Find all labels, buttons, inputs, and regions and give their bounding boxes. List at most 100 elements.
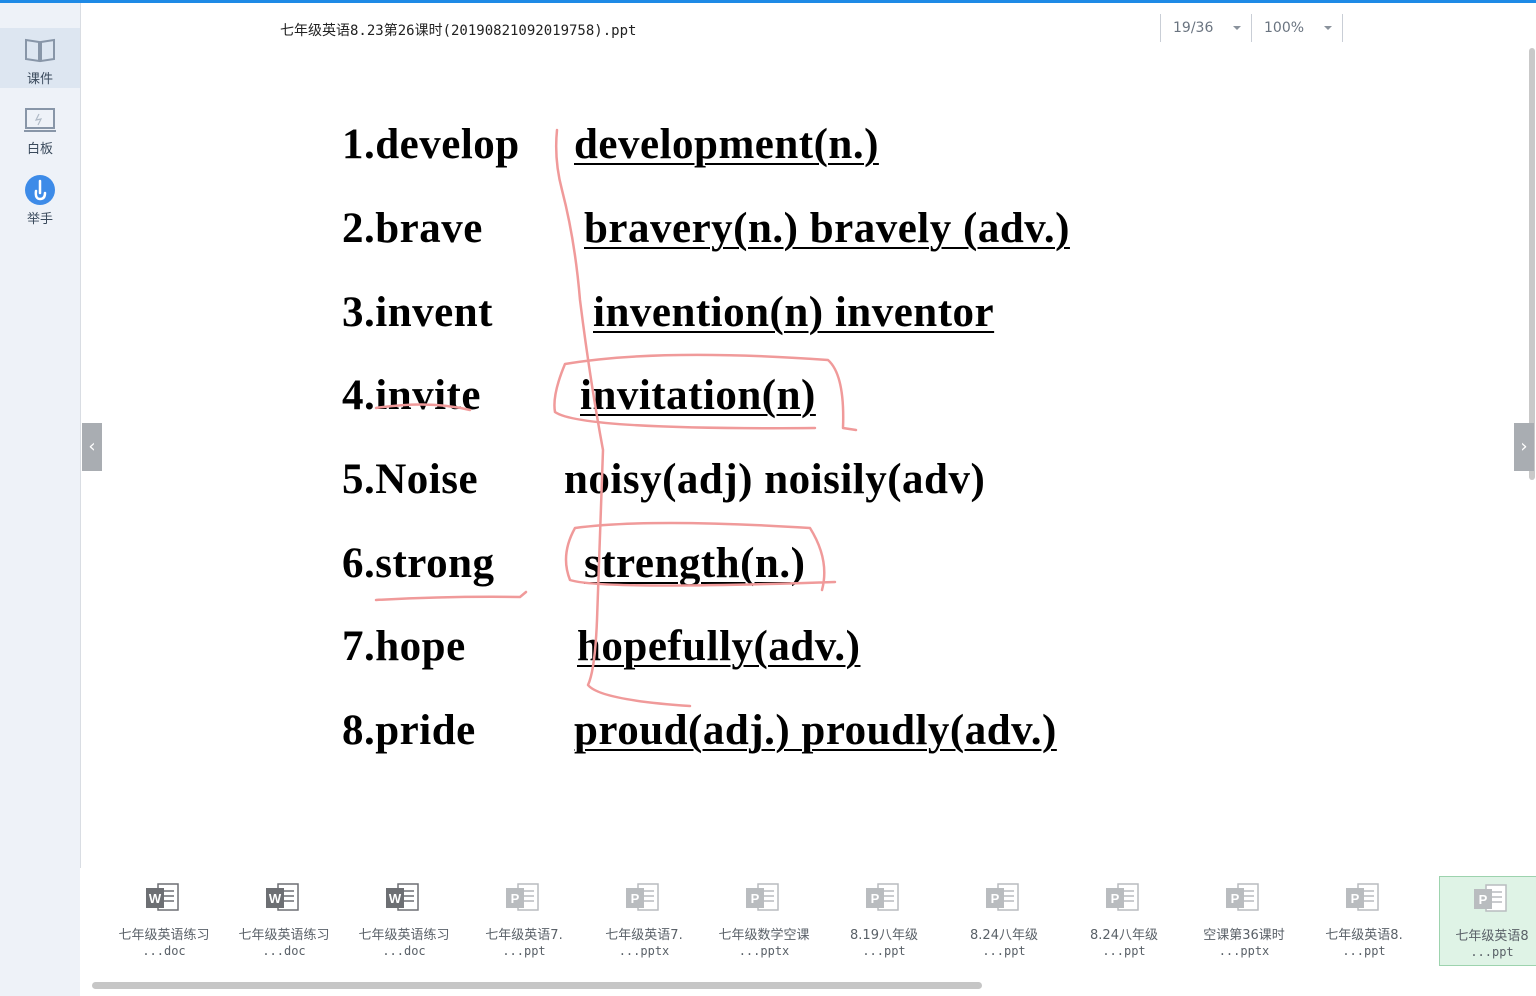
file-item[interactable]: P 七年级英语8. ...ppt	[1312, 876, 1416, 964]
file-name: 空课第36课时	[1203, 928, 1285, 943]
file-name: 七年级英语8.	[1325, 928, 1403, 943]
file-name: 七年级英语7.	[605, 928, 683, 943]
chevron-left-icon: ‹	[88, 436, 96, 457]
file-name: 8.24八年级	[970, 928, 1038, 943]
file-item[interactable]: P 七年级英语8 ...ppt	[1439, 876, 1536, 966]
file-item[interactable]: P 七年级英语7. ...pptx	[592, 876, 696, 964]
svg-text:P: P	[1479, 892, 1488, 907]
file-extension: ...ppt	[982, 944, 1026, 958]
sidebar-item-courseware[interactable]: 课件	[0, 28, 80, 88]
file-name: 七年级数学空课	[718, 928, 810, 943]
ppt-file-icon: P	[866, 883, 899, 911]
file-extension: ...doc	[142, 944, 186, 958]
whiteboard-icon	[24, 108, 56, 132]
zoom-level: 100%	[1264, 20, 1305, 36]
file-extension: ...ppt	[1102, 944, 1146, 958]
word-file-icon: W	[266, 883, 299, 911]
chevron-down-icon	[1233, 26, 1241, 30]
slide-word: 4.invite	[342, 372, 481, 419]
file-extension: ...doc	[262, 944, 306, 958]
ppt-file-icon: P	[1226, 883, 1259, 911]
file-name: 七年级英语7.	[485, 928, 563, 943]
slide-word: 1.develop	[342, 121, 520, 168]
sidebar-item-whiteboard[interactable]: 白板	[0, 98, 80, 158]
ppt-file-icon: P	[506, 883, 539, 911]
file-item[interactable]: P 8.19八年级 ...ppt	[832, 876, 936, 964]
svg-text:P: P	[511, 891, 520, 906]
document-title: 七年级英语8.23第26课时(20190821092019758).ppt	[280, 23, 637, 39]
file-item[interactable]: W 七年级英语练习 ...doc	[232, 876, 336, 964]
zoom-selector[interactable]: 100%	[1251, 14, 1342, 42]
ppt-file-icon: P	[626, 883, 659, 911]
file-extension: ...ppt	[502, 944, 546, 958]
ppt-file-icon: P	[746, 883, 779, 911]
file-name: 七年级英语练习	[238, 928, 330, 943]
file-extension: ...doc	[382, 944, 426, 958]
ppt-file-icon: P	[1474, 884, 1507, 912]
svg-text:P: P	[1111, 891, 1120, 906]
slide-canvas: 1.develop development(n.) 2.brave braver…	[80, 48, 1529, 868]
slide-word-forms: invention(n) inventor	[593, 289, 995, 336]
file-item[interactable]: P 8.24八年级 ...ppt	[1072, 876, 1176, 964]
file-name: 8.19八年级	[850, 928, 918, 943]
sidebar-item-raise-hand[interactable]: 举手	[0, 168, 80, 228]
chevron-right-icon: ›	[1520, 436, 1528, 457]
sidebar-item-label: 白板	[26, 142, 53, 157]
file-item[interactable]: P 8.24八年级 ...ppt	[952, 876, 1056, 964]
toolbar-divider	[1342, 14, 1343, 42]
file-extension: ...pptx	[1218, 944, 1270, 958]
top-accent-bar	[0, 0, 1536, 3]
slide-word-forms: bravery(n.) bravely (adv.)	[584, 205, 1070, 252]
slide-word: 3.invent	[342, 289, 493, 336]
svg-text:W: W	[149, 891, 162, 906]
file-item[interactable]: P 空课第36课时 ...pptx	[1192, 876, 1296, 964]
sidebar-item-label: 举手	[26, 212, 53, 227]
slide-word-forms: development(n.)	[574, 121, 879, 168]
svg-text:P: P	[751, 891, 760, 906]
raise-hand-icon	[25, 175, 55, 205]
sidebar-item-label: 课件	[26, 72, 53, 87]
slide-word: 7.hope	[342, 623, 466, 670]
slide-word: 2.brave	[342, 205, 483, 252]
file-name: 8.24八年级	[1090, 928, 1158, 943]
svg-text:P: P	[1231, 891, 1240, 906]
ppt-file-icon: P	[986, 883, 1019, 911]
slide-word-forms: strength(n.)	[584, 540, 806, 587]
slide-word-forms: hopefully(adv.)	[577, 623, 861, 670]
prev-slide-button[interactable]: ‹	[82, 423, 102, 471]
word-file-icon: W	[386, 883, 419, 911]
file-extension: ...pptx	[738, 944, 790, 958]
svg-text:P: P	[871, 891, 880, 906]
svg-text:P: P	[991, 891, 1000, 906]
slide-word: 5.Noise	[342, 456, 479, 503]
slide-word-forms: noisy(adj) noisily(adv)	[564, 456, 986, 503]
sidebar: 课件 白板 举手	[0, 3, 81, 996]
page-selector[interactable]: 19/36	[1160, 14, 1251, 42]
slide-word: 6.strong	[342, 540, 495, 587]
svg-text:P: P	[1351, 891, 1360, 906]
page-indicator: 19/36	[1173, 20, 1214, 36]
word-file-icon: W	[146, 883, 179, 911]
svg-text:W: W	[389, 891, 402, 906]
file-item[interactable]: P 七年级数学空课 ...pptx	[712, 876, 816, 964]
file-extension: ...ppt	[862, 944, 906, 958]
book-icon	[25, 38, 55, 63]
file-extension: ...ppt	[1470, 945, 1514, 959]
vertical-scrollbar[interactable]	[1529, 48, 1535, 480]
slide-word-forms: proud(adj.) proudly(adv.)	[574, 707, 1057, 754]
slide-word: 8.pride	[342, 707, 476, 754]
ppt-file-icon: P	[1346, 883, 1379, 911]
svg-text:W: W	[269, 891, 282, 906]
file-extension: ...pptx	[618, 944, 670, 958]
horizontal-scrollbar[interactable]	[92, 982, 982, 989]
file-item[interactable]: W 七年级英语练习 ...doc	[352, 876, 456, 964]
file-name: 七年级英语练习	[118, 928, 210, 943]
next-slide-button[interactable]: ›	[1514, 423, 1534, 471]
file-item[interactable]: W 七年级英语练习 ...doc	[112, 876, 216, 964]
svg-text:P: P	[631, 891, 640, 906]
file-item[interactable]: P 七年级英语7. ...ppt	[472, 876, 576, 964]
slide-word-forms: invitation(n)	[580, 372, 816, 419]
chevron-down-icon	[1324, 26, 1332, 30]
ppt-file-icon: P	[1106, 883, 1139, 911]
file-name: 七年级英语8	[1455, 929, 1529, 944]
